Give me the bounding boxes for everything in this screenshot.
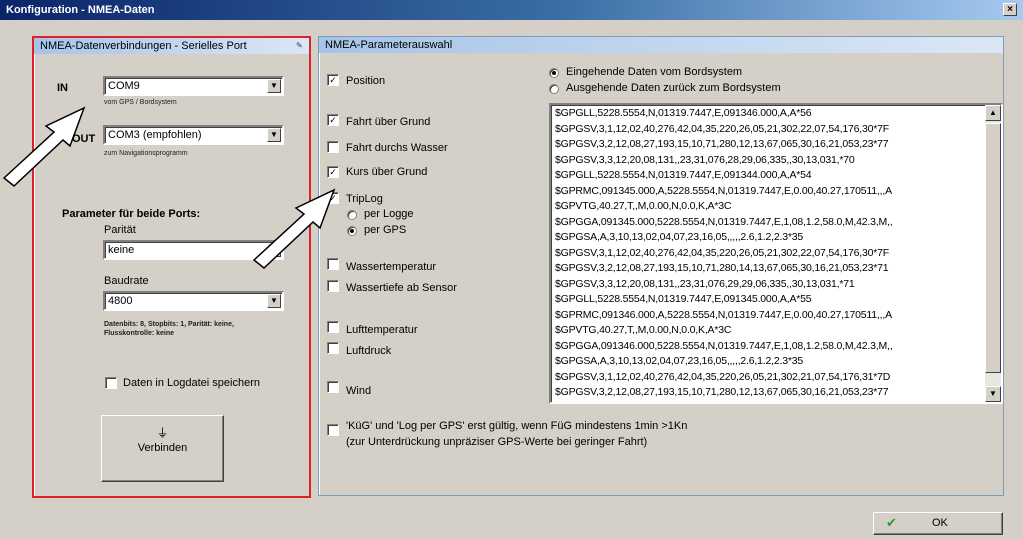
radio-eingehend[interactable] [549, 68, 559, 78]
nmea-line[interactable]: $GPGSA,A,3,10,13,02,04,07,23,16,05,,,,,2… [555, 354, 983, 370]
serial-port-group-title: NMEA-Datenverbindungen - Serielles Port [34, 38, 309, 54]
label-eingehend: Eingehende Daten vom Bordsystem [566, 66, 743, 78]
list-scrollbar[interactable]: ▲ ▼ [985, 105, 1001, 402]
checkbox-fahrt-wasser[interactable] [327, 141, 339, 153]
log-checkbox-label: Daten in Logdatei speichern [123, 377, 260, 389]
label-per-gps: per GPS [364, 224, 407, 236]
nmea-line[interactable]: $GPRMC,091346.000,A,5228.5554,N,01319.74… [555, 308, 983, 324]
checkbox-position[interactable]: ✓ [327, 74, 339, 86]
chevron-down-icon[interactable]: ▼ [267, 128, 281, 142]
ok-button-label: OK [932, 517, 948, 529]
nmea-line[interactable]: $GPGSV,3,1,12,02,40,276,42,04,35,220,26,… [555, 122, 983, 138]
window-title: Konfiguration - NMEA-Daten [6, 4, 155, 16]
scroll-down-icon[interactable]: ▼ [985, 386, 1001, 402]
baud-value: 4800 [108, 295, 133, 307]
in-label: IN [57, 82, 68, 94]
in-hint: vom GPS / Bordsystem [104, 99, 177, 106]
nmea-line[interactable]: $GPGSV,3,2,12,08,27,193,15,10,71,280,14,… [555, 261, 983, 277]
checkbox-fahrt-grund[interactable]: ✓ [327, 114, 339, 126]
serial-details-2: Flusskontrolle: keine [104, 330, 175, 337]
checkbox-gps-filter[interactable] [327, 424, 339, 436]
in-port-value: COM9 [108, 80, 140, 92]
radio-ausgehend[interactable] [549, 84, 559, 94]
footnote-line-2: (zur Unterdrückung unpräziser GPS-Werte … [346, 436, 648, 448]
footnote-line-1: 'KüG' und 'Log per GPS' erst gültig, wen… [346, 420, 688, 432]
parity-label: Parität [104, 224, 136, 236]
scroll-thumb[interactable] [985, 123, 1001, 373]
group-collapse-icon[interactable]: ✎ [296, 41, 305, 50]
nmea-line[interactable]: $GPGSV,3,1,12,02,40,276,42,04,35,220,26,… [555, 246, 983, 262]
connect-button-label: Verbinden [137, 442, 188, 454]
label-kurs-grund: Kurs über Grund [346, 166, 428, 178]
nmea-line[interactable]: $GPGLL,5228.5554,N,01319.7447,E,091346.0… [555, 106, 983, 122]
chevron-down-icon[interactable]: ▼ [267, 294, 281, 308]
nmea-line[interactable]: $GPVTG,40.27,T,,M,0.00,N,0.0,K,A*3C [555, 323, 983, 339]
label-ausgehend: Ausgehende Daten zurück zum Bordsystem [566, 82, 781, 94]
checkbox-wassertiefe[interactable] [327, 280, 339, 292]
label-luftdruck: Luftdruck [346, 345, 392, 357]
nmea-line[interactable]: $GPGLL,5228.5554,N,01319.7447,E,091345.0… [555, 292, 983, 308]
label-fahrt-wasser: Fahrt durchs Wasser [346, 142, 448, 154]
nmea-lines: $GPGLL,5228.5554,N,01319.7447,E,091346.0… [555, 106, 983, 401]
annotation-arrow-icon [2, 106, 86, 187]
label-fahrt-grund: Fahrt über Grund [346, 116, 431, 128]
baud-label: Baudrate [104, 275, 149, 287]
nmea-line[interactable]: $GPGSV,3,3,12,20,08,131,,23,31,076,28,29… [555, 153, 983, 169]
label-wassertemp: Wassertemperatur [346, 261, 437, 273]
connect-plug-icon: ⏚ [156, 426, 169, 440]
checkbox-wind[interactable] [327, 381, 339, 393]
parity-value: keine [108, 244, 135, 256]
connect-button[interactable]: ⏚ Verbinden [101, 415, 224, 482]
label-per-logge: per Logge [364, 208, 414, 220]
nmea-data-list[interactable]: $GPGLL,5228.5554,N,01319.7447,E,091346.0… [549, 103, 1003, 404]
serial-details-1: Datenbits: 8, Stopbits: 1, Parität: kein… [104, 321, 234, 328]
baud-select[interactable]: 4800 ▼ [103, 291, 284, 311]
out-port-value: COM3 (empfohlen) [108, 129, 202, 141]
out-hint: zum Navigationsprogramm [104, 150, 188, 157]
label-wind: Wind [346, 385, 372, 397]
checkbox-lufttemp[interactable] [327, 321, 339, 333]
config-window: Konfiguration - NMEA-Daten × NMEA-Datenv… [0, 0, 1023, 539]
title-bar: Konfiguration - NMEA-Daten × [0, 0, 1023, 20]
label-triplog: TripLog [346, 193, 383, 205]
nmea-line[interactable]: $GPGSV,3,3,12,20,08,131,,23,31,076,29,29… [555, 277, 983, 293]
out-port-select[interactable]: COM3 (empfohlen) ▼ [103, 125, 284, 145]
nmea-line[interactable]: $GPGLL,5228.5554,N,01319.7447,E,091344.0… [555, 168, 983, 184]
chevron-down-icon[interactable]: ▼ [267, 79, 281, 93]
scroll-up-icon[interactable]: ▲ [985, 105, 1001, 121]
params-heading: Parameter für beide Ports: [62, 208, 201, 220]
in-port-select[interactable]: COM9 ▼ [103, 76, 284, 96]
nmea-line[interactable]: $GPGGA,091346.000,5228.5554,N,01319.7447… [555, 339, 983, 355]
nmea-line[interactable]: $GPVTG,40.27,T,,M,0.00,N,0.0,K,A*3C [555, 199, 983, 215]
nmea-params-group-title: NMEA-Parameterauswahl [319, 37, 1003, 53]
green-check-icon: ✔ [886, 515, 897, 530]
label-position: Position [346, 75, 386, 87]
label-lufttemp: Lufttemperatur [346, 324, 418, 336]
nmea-line[interactable]: $GPGSA,A,3,10,13,02,04,07,23,16,05,,,,,2… [555, 230, 983, 246]
checkbox-luftdruck[interactable] [327, 342, 339, 354]
checkbox-kurs-grund[interactable]: ✓ [327, 166, 339, 178]
close-icon[interactable]: × [1003, 3, 1017, 16]
ok-button[interactable]: ✔ OK [873, 512, 1003, 535]
nmea-line[interactable]: $GPGSV,3,2,12,08,27,193,15,10,71,280,12,… [555, 137, 983, 153]
nmea-line[interactable]: $GPRMC,091345.000,A,5228.5554,N,01319.74… [555, 184, 983, 200]
nmea-line[interactable]: $GPGSV,3,2,12,08,27,193,15,10,71,280,12,… [555, 385, 983, 401]
annotation-arrow-icon [252, 188, 336, 269]
nmea-line[interactable]: $GPGGA,091345.000,5228.5554,N,01319.7447… [555, 215, 983, 231]
label-wassertiefe: Wassertiefe ab Sensor [346, 282, 457, 294]
log-checkbox[interactable] [105, 377, 117, 389]
nmea-line[interactable]: $GPGSV,3,1,12,02,40,276,42,04,35,220,26,… [555, 370, 983, 386]
